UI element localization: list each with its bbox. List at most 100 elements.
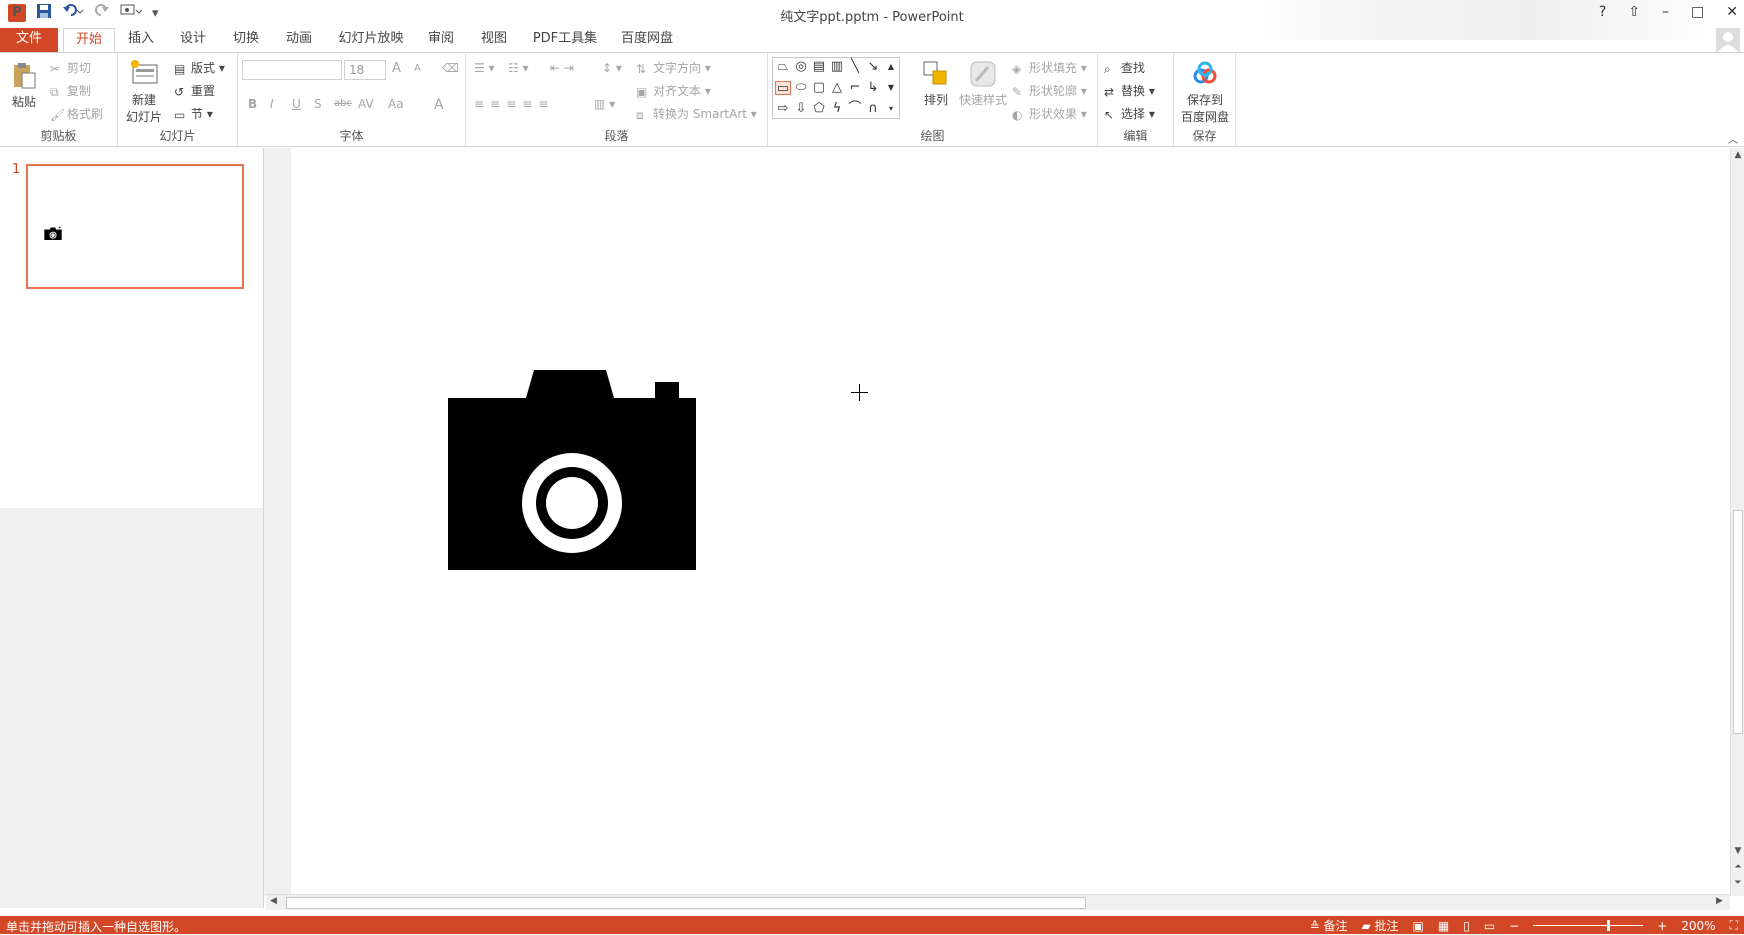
shrink-font-button[interactable]: A [414,63,421,74]
arrange-button[interactable]: 排列 [918,59,954,108]
slide-sorter-icon[interactable]: ▦ [1438,919,1449,933]
arc-shape-icon[interactable]: ⌒ [847,102,863,116]
user-avatar[interactable] [1716,28,1740,52]
comments-button[interactable]: ▰ 批注 [1361,917,1398,934]
layout-button[interactable]: ▤ 版式 ▾ [174,59,225,76]
gallery-scroll-down-icon[interactable]: ▼ [883,81,899,95]
normal-view-icon[interactable]: ▣ [1413,919,1424,933]
change-case-button[interactable]: Aa [388,97,404,111]
donut-shape-icon[interactable]: ◎ [793,60,809,74]
minimize-button[interactable]: – [1662,4,1669,20]
elbow-connector-shape-icon[interactable]: ⌐ [847,81,863,95]
shape-outline-button[interactable]: ✎ 形状轮廓 ▾ [1012,82,1087,99]
down-arrow-shape-icon[interactable]: ⇩ [793,102,809,116]
arrow-line-shape-icon[interactable]: ↘ [865,60,881,74]
camera-icon[interactable] [448,370,696,570]
help-button[interactable]: ? [1599,4,1606,20]
smartart-button[interactable]: ⧈ 转换为 SmartArt ▾ [636,105,757,122]
columns-icon[interactable]: ▥ ▾ [594,97,615,111]
freeform-shape-icon[interactable]: ϟ [829,102,845,116]
text-direction-button[interactable]: ⇅ 文字方向 ▾ [636,59,711,76]
italic-button[interactable]: I [270,97,274,111]
replace-button[interactable]: ⇄ 替换 ▾ [1104,82,1155,99]
textbox-shape-icon[interactable]: ▤ [811,60,827,74]
line-shape-icon[interactable]: ╲ [847,60,863,74]
paste-button[interactable]: 粘贴 [6,61,42,110]
tab-view[interactable]: 视图 [471,28,517,52]
line-spacing-icon[interactable]: ↕ ▾ [602,61,622,75]
zoom-out-button[interactable]: − [1509,919,1519,933]
notes-button[interactable]: ≙ 备注 [1310,917,1348,934]
tab-slideshow[interactable]: 幻灯片放映 [332,28,410,52]
vertical-scroll-thumb[interactable] [1733,510,1743,734]
bullets-icon[interactable]: ☰ ▾ [474,61,495,75]
scroll-right-icon[interactable]: ▶ [1716,896,1723,906]
cut-button[interactable]: ✂ 剪切 [50,59,91,76]
slide-canvas[interactable] [291,148,1730,896]
numbering-icon[interactable]: ☷ ▾ [508,61,529,75]
collapse-ribbon-icon[interactable]: ︿ [1728,131,1738,146]
strikethrough-button[interactable]: abc [334,98,352,109]
shadow-button[interactable]: S [314,97,322,111]
maximize-button[interactable]: □ [1691,4,1704,20]
horizontal-scrollbar[interactable]: ◀ ▶ [266,894,1730,910]
rounded-rect-shape-icon[interactable]: ▢ [811,81,827,95]
select-button[interactable]: ↖ 选择 ▾ [1104,105,1155,122]
character-spacing-button[interactable]: AV [358,97,374,111]
font-color-button[interactable]: A [434,97,444,113]
scroll-down-icon[interactable]: ▼ [1733,846,1743,856]
copy-button[interactable]: ⧉ 复制 [50,82,91,99]
tab-baidu-netdisk[interactable]: 百度网盘 [614,28,680,52]
slideshow-icon[interactable]: ▭ [1484,919,1495,933]
shape-effects-button[interactable]: ◐ 形状效果 ▾ [1012,105,1087,122]
tab-animations[interactable]: 动画 [276,28,322,52]
reset-button[interactable]: ↺ 重置 [174,82,215,99]
alignment-icons[interactable]: ≡≡≡≡≡ [474,97,554,111]
right-arrow-shape-icon[interactable]: ⇨ [775,102,791,116]
next-slide-icon[interactable]: ⏷ [1733,878,1743,888]
zoom-in-button[interactable]: + [1657,919,1667,933]
triangle-shape-icon[interactable]: △ [829,81,845,95]
zoom-slider[interactable] [1533,920,1644,931]
snip-rect-shape-icon[interactable]: ⬠ [811,102,827,116]
shapes-gallery[interactable]: ⏢ ◎ ▤ ▥ ╲ ↘ ▭ ⬭ ▢ △ ⌐ ↳ ⇨ ⇩ ⬠ ϟ ⌒ ∩ ▲ ▼ … [772,57,900,119]
find-button[interactable]: ⌕ 查找 [1104,59,1145,76]
indent-icons[interactable]: ⇤ ⇥ [550,61,574,75]
clear-formatting-icon[interactable]: ⌫ [442,61,459,75]
zoom-level[interactable]: 200% [1681,919,1715,933]
curve-shape-icon[interactable]: ∩ [865,102,881,116]
bold-button[interactable]: B [248,97,257,111]
shape-fill-button[interactable]: ◈ 形状填充 ▾ [1012,59,1087,76]
tab-home[interactable]: 开始 [63,28,115,52]
tab-insert[interactable]: 插入 [118,28,164,52]
section-button[interactable]: ▭ 节 ▾ [174,105,213,122]
oval-shape-icon[interactable]: ⬭ [793,81,809,95]
scroll-left-icon[interactable]: ◀ [270,896,277,906]
tab-review[interactable]: 审阅 [418,28,464,52]
tab-pdf-tools[interactable]: PDF工具集 [528,28,602,52]
tab-design[interactable]: 设计 [170,28,216,52]
reading-view-icon[interactable]: ▯ [1463,919,1470,933]
vertical-textbox-shape-icon[interactable]: ▥ [829,60,845,74]
fit-slide-icon[interactable]: ⛶ [1730,918,1738,933]
format-painter-button[interactable]: 🖌 格式刷 [50,105,103,122]
scroll-up-icon[interactable]: ▲ [1733,150,1743,160]
previous-slide-icon[interactable]: ⏶ [1733,862,1743,872]
close-button[interactable]: ✕ [1726,4,1738,20]
horizontal-scroll-thumb[interactable] [286,897,1086,909]
elbow-arrow-shape-icon[interactable]: ↳ [865,81,881,95]
ribbon-display-button[interactable]: ⇧ [1628,4,1640,20]
font-name-combo[interactable] [242,60,342,80]
new-slide-button[interactable]: 新建 幻灯片 [124,59,164,125]
zoom-slider-knob[interactable] [1607,920,1611,931]
slide-thumbnail-1[interactable] [26,164,244,289]
tab-transitions[interactable]: 切换 [223,28,269,52]
underline-button[interactable]: U [292,97,301,111]
tab-file[interactable]: 文件 [0,28,58,52]
gallery-scroll-up-icon[interactable]: ▲ [883,60,899,74]
vertical-scrollbar[interactable]: ▲ ▼ ⏶ ⏷ [1730,148,1744,896]
align-text-button[interactable]: ▣ 对齐文本 ▾ [636,82,711,99]
rectangle-shape-icon[interactable]: ▭ [775,81,791,96]
trapezoid-shape-icon[interactable]: ⏢ [775,60,791,74]
font-size-combo[interactable]: 18 [344,60,386,80]
